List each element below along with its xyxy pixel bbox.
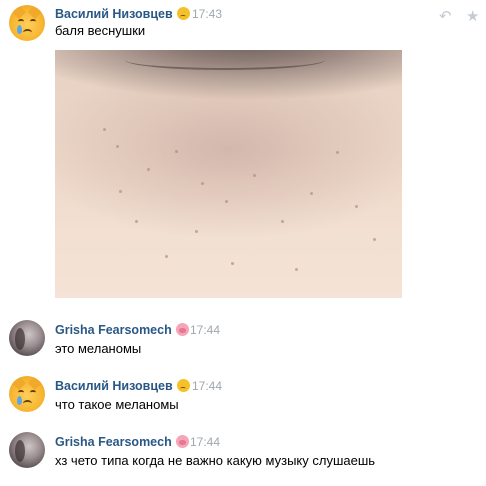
message-text: это меланомы	[55, 341, 142, 356]
crying-cat-avatar-icon[interactable]	[9, 5, 45, 41]
crying-cat-avatar-icon[interactable]	[9, 376, 45, 412]
pig-face-emoji-icon	[175, 435, 189, 448]
author-name[interactable]: Grisha Fearsomech	[55, 323, 189, 337]
sad-face-emoji-icon	[176, 379, 190, 392]
message-time[interactable]: 17:43	[192, 7, 222, 21]
message-time[interactable]: 17:44	[192, 379, 222, 393]
message-item: Василий Низовцев 17:43 ↶ ★ баля веснушки	[0, 0, 486, 305]
author-name[interactable]: Василий Низовцев	[55, 379, 190, 393]
user-photo-avatar-icon[interactable]	[9, 320, 45, 356]
author-name[interactable]: Grisha Fearsomech	[55, 435, 189, 449]
message-text: что такое меланомы	[55, 397, 179, 412]
message-item: Grisha Fearsomech 17:44 это меланомы	[0, 320, 486, 365]
message-text: баля веснушки	[55, 23, 146, 38]
reply-icon[interactable]: ↶	[439, 7, 452, 25]
star-icon[interactable]: ★	[466, 7, 479, 25]
attached-photo[interactable]	[55, 50, 402, 298]
message-text: хз чето типа когда не важно какую музыку…	[55, 453, 376, 468]
message-time[interactable]: 17:44	[190, 323, 220, 337]
user-photo-avatar-icon[interactable]	[9, 432, 45, 468]
message-time[interactable]: 17:44	[190, 435, 220, 449]
message-item: Grisha Fearsomech 17:44 хз чето типа ког…	[0, 432, 486, 477]
message-item: Василий Низовцев 17:44 что такое меланом…	[0, 376, 486, 421]
sad-face-emoji-icon	[176, 7, 190, 20]
author-name[interactable]: Василий Низовцев	[55, 7, 190, 21]
pig-face-emoji-icon	[175, 323, 189, 336]
